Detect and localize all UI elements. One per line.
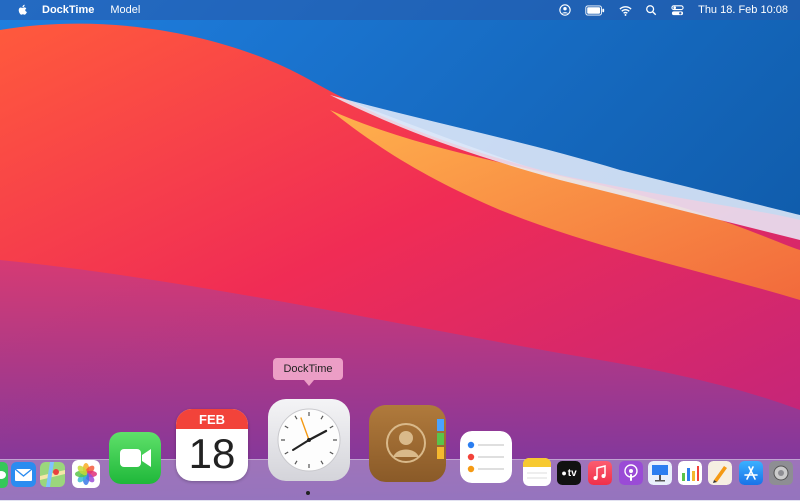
dock-tooltip: DockTime bbox=[273, 358, 343, 386]
keynote-icon[interactable] bbox=[648, 461, 672, 485]
running-indicator bbox=[306, 491, 310, 495]
pages-icon[interactable] bbox=[708, 461, 732, 485]
maps-icon[interactable] bbox=[40, 462, 65, 487]
docktime-clock-icon[interactable] bbox=[268, 399, 350, 481]
calendar-day: 18 bbox=[188, 430, 236, 477]
menu-datetime[interactable]: Thu 18. Feb 10:08 bbox=[690, 4, 790, 16]
podcasts-icon[interactable] bbox=[619, 461, 643, 485]
control-center-icon[interactable] bbox=[670, 3, 684, 17]
calendar-icon[interactable]: FEB 18 bbox=[176, 409, 248, 481]
apple-icon[interactable] bbox=[16, 3, 30, 17]
menu-model[interactable]: Model bbox=[102, 4, 148, 16]
facetime-icon[interactable] bbox=[109, 432, 161, 484]
music-icon[interactable] bbox=[588, 461, 612, 485]
calendar-month: FEB bbox=[176, 409, 248, 429]
system-preferences-icon[interactable] bbox=[769, 461, 793, 485]
photos-icon[interactable] bbox=[72, 460, 100, 488]
apple-tv-icon[interactable]: ● tv bbox=[557, 461, 581, 485]
mail-icon[interactable] bbox=[11, 462, 36, 487]
menu-bar: DockTime Model Thu 18. Feb 10:08 bbox=[0, 0, 800, 20]
search-icon[interactable] bbox=[644, 3, 658, 17]
app-store-icon[interactable] bbox=[739, 461, 763, 485]
menu-app-name[interactable]: DockTime bbox=[36, 4, 102, 16]
notes-icon[interactable] bbox=[523, 458, 551, 486]
reminders-icon[interactable] bbox=[460, 431, 512, 483]
apple-tv-label: tv bbox=[567, 467, 577, 479]
messages-icon[interactable] bbox=[0, 462, 8, 488]
wifi-icon[interactable] bbox=[618, 3, 632, 17]
battery-icon[interactable] bbox=[584, 3, 606, 17]
numbers-icon[interactable] bbox=[678, 461, 702, 485]
user-icon[interactable] bbox=[558, 3, 572, 17]
contacts-icon[interactable] bbox=[369, 405, 446, 482]
